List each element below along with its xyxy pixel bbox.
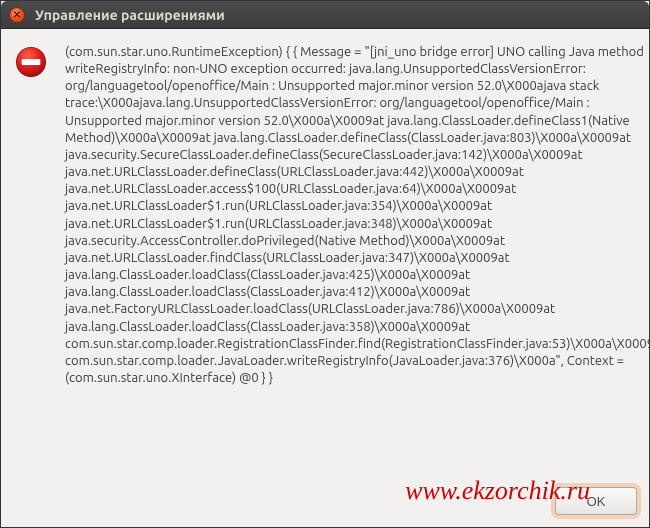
dialog-content: (com.sun.star.uno.RuntimeException) { { … bbox=[1, 29, 649, 481]
titlebar: ✕ Управление расширениями bbox=[1, 1, 649, 29]
button-row: OK bbox=[1, 481, 649, 527]
ok-button[interactable]: OK bbox=[555, 487, 637, 515]
window-title: Управление расширениями bbox=[35, 7, 225, 23]
close-button[interactable]: ✕ bbox=[9, 7, 25, 23]
message-column: (com.sun.star.uno.RuntimeException) { { … bbox=[59, 44, 649, 473]
error-icon bbox=[15, 46, 47, 78]
icon-column bbox=[15, 44, 59, 473]
dialog-window: ✕ Управление расширениями (com.sun.star.… bbox=[0, 0, 650, 528]
close-icon: ✕ bbox=[13, 10, 21, 20]
error-message: (com.sun.star.uno.RuntimeException) { { … bbox=[65, 44, 649, 387]
